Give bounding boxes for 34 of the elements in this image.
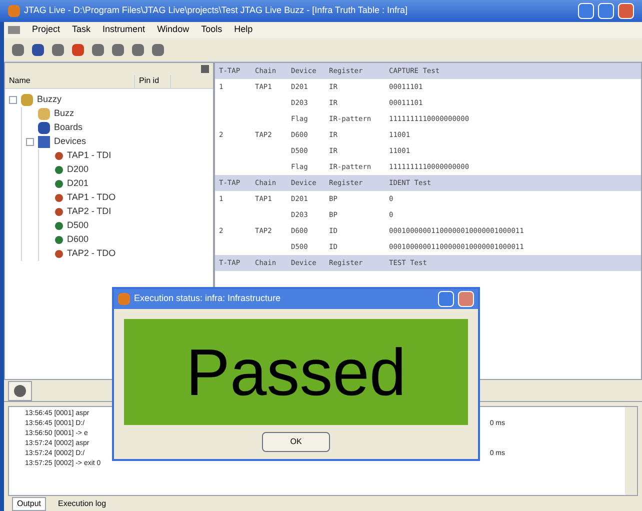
column-header[interactable]: Pin id <box>135 75 171 88</box>
menu-item[interactable]: Window <box>157 23 190 37</box>
tree-item[interactable]: D200 <box>67 163 89 177</box>
tree-item[interactable]: TAP2 - TDO <box>67 247 116 261</box>
minimize-icon[interactable] <box>578 3 594 19</box>
tree-item[interactable]: D201 <box>67 177 89 191</box>
menu-item[interactable]: Project <box>32 23 60 37</box>
help-icon[interactable] <box>438 291 454 307</box>
tree-item[interactable]: Buzzy <box>37 93 62 107</box>
collapse-icon[interactable] <box>9 96 17 104</box>
tree-item[interactable]: TAP1 - TDI <box>67 149 112 163</box>
tree-item[interactable]: Boards <box>54 121 83 135</box>
menu-item[interactable]: Help <box>234 23 253 37</box>
tree-item[interactable]: D500 <box>67 219 89 233</box>
tree-item[interactable]: TAP2 - TDI <box>67 205 112 219</box>
bottom-tab[interactable]: Output <box>12 496 46 510</box>
close-icon[interactable] <box>458 291 474 307</box>
tree-item[interactable]: Devices <box>54 135 86 149</box>
window-title: JTAG Live - D:\Program Files\JTAG Live\projects\Test JTAG Live Buzz - [Infra Truth Table : Infra] <box>24 4 408 18</box>
dialog-title: Execution status: infra: Infrastructure <box>134 292 282 306</box>
result-text: Passed <box>186 334 406 410</box>
maximize-icon[interactable] <box>598 3 614 19</box>
tree-item[interactable]: Buzz <box>54 107 74 121</box>
menu-item[interactable]: Tools <box>201 23 222 37</box>
tree-item[interactable]: D600 <box>67 233 89 247</box>
menu-item[interactable]: Task <box>72 23 91 37</box>
menu-item[interactable]: Instrument <box>102 23 146 37</box>
column-header[interactable]: Name <box>5 75 135 88</box>
ok-button[interactable]: OK <box>262 432 330 452</box>
bottom-tab[interactable]: Execution log <box>54 498 110 510</box>
collapse-icon[interactable] <box>26 138 34 146</box>
tree-item[interactable]: TAP1 - TDO <box>67 191 116 205</box>
tool-tab[interactable] <box>8 381 32 401</box>
close-icon[interactable] <box>618 3 634 19</box>
